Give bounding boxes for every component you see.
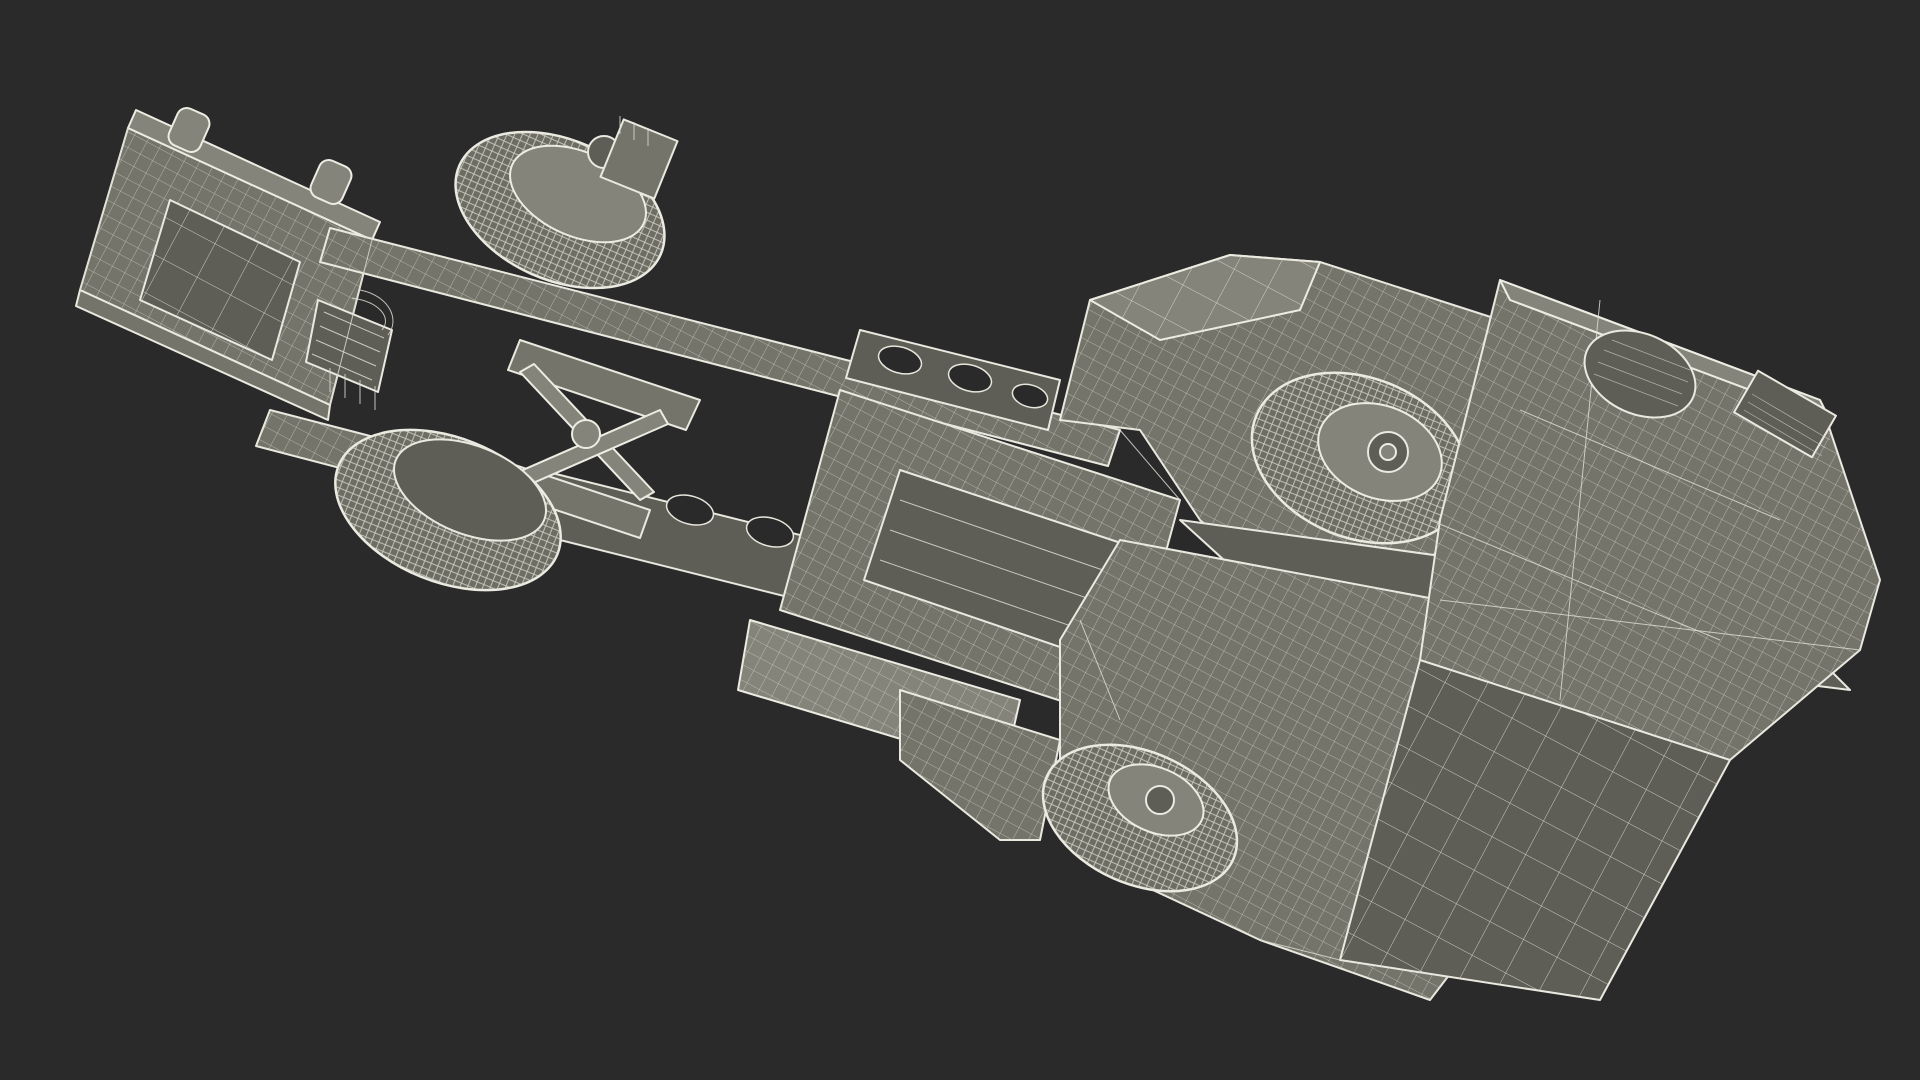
render-viewport bbox=[0, 0, 1920, 1080]
truck-chassis-wireframe-model bbox=[75, 107, 1881, 1001]
